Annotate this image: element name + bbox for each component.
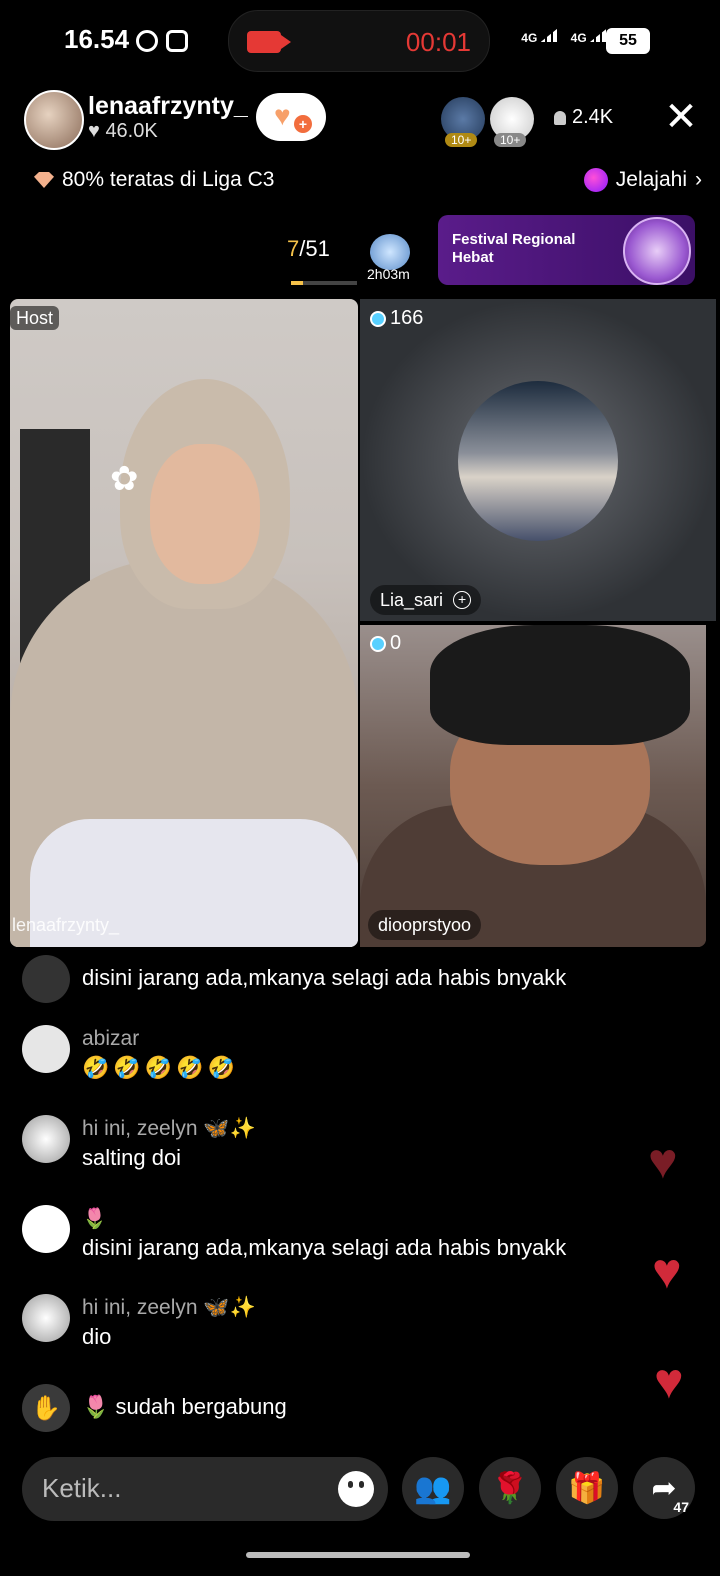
floating-heart-icon: ♥ — [652, 1243, 682, 1299]
recording-time: 00:01 — [405, 27, 471, 57]
battery-level: 55 — [606, 28, 650, 54]
emoji-icon[interactable] — [338, 1471, 374, 1507]
event-timer-avatar[interactable] — [370, 234, 410, 270]
avatar — [22, 1115, 70, 1163]
rose-icon: 🌹 — [491, 1471, 529, 1505]
host-username[interactable]: lenaafrzynty_ — [88, 92, 248, 121]
league-rank[interactable]: 80% teratas di Liga C3 — [34, 168, 274, 192]
person-icon — [554, 110, 566, 125]
follow-button[interactable]: ♥ + — [256, 93, 326, 141]
host-likes: ♥ 46.0K — [88, 120, 158, 142]
comment-text: 🤣🤣🤣🤣🤣 — [82, 1055, 239, 1080]
guest-video-tile-2[interactable] — [360, 625, 706, 947]
guest-video-tile-1[interactable] — [360, 299, 716, 621]
wave-hand-icon: ✋ — [22, 1384, 70, 1432]
network-2: 4G — [571, 26, 610, 45]
share-count: 47 — [673, 1499, 689, 1515]
chevron-right-icon: › — [695, 168, 702, 191]
event-timer: 2h03m — [367, 266, 410, 282]
explore-icon — [583, 168, 608, 192]
avatar — [22, 1205, 70, 1253]
gift-icon: 🎁 — [568, 1471, 606, 1505]
guest-gem-count-2: 0 — [370, 632, 401, 655]
status-notification-icons — [136, 30, 188, 52]
gem-icon — [370, 310, 386, 327]
guest-name-1[interactable]: Lia_sari + — [370, 585, 482, 615]
comment-text: disini jarang ada,mkanya selagi ada habi… — [82, 1235, 567, 1260]
guest-gem-count-1: 166 — [370, 307, 423, 330]
comment-item[interactable]: abizar 🤣🤣🤣🤣🤣 — [22, 1025, 239, 1083]
comment-user[interactable]: 🌷 — [82, 1205, 566, 1233]
top-viewer-avatar-2[interactable]: 10+ — [490, 97, 534, 147]
host-tag: Host — [10, 306, 60, 330]
floating-heart-icon: ♥ — [654, 1353, 684, 1409]
home-indicator[interactable] — [246, 1552, 470, 1558]
host-avatar[interactable] — [24, 90, 84, 150]
network-indicators: 4G 4G — [521, 26, 610, 45]
multi-guest-button[interactable]: 👥 — [402, 1457, 464, 1519]
flower-icon: ✿ — [110, 460, 139, 498]
host-video-name: lenaafrzynty_ — [12, 915, 120, 935]
comment-item[interactable]: 🌷 disini jarang ada,mkanya selagi ada ha… — [22, 1205, 566, 1263]
status-time: 16.54 — [64, 24, 130, 54]
comment-user[interactable]: hi ini, zeelyn 🦋✨ — [82, 1115, 256, 1143]
comment-text: dio — [82, 1324, 112, 1349]
plus-icon: + — [294, 115, 312, 133]
video-camera-icon — [247, 31, 291, 53]
comment-item[interactable]: hi ini, zeelyn 🦋✨ salting doi — [22, 1115, 256, 1173]
floating-heart-icon: ♥ — [648, 1133, 678, 1189]
viewer-count[interactable]: 2.4K — [554, 106, 613, 129]
host-video-tile[interactable]: ✿ — [10, 299, 358, 947]
comment-input[interactable]: Ketik... — [22, 1457, 388, 1521]
signal-icon — [540, 26, 561, 42]
gift-button[interactable]: 🎁 — [556, 1457, 618, 1519]
avatar — [22, 1025, 70, 1073]
rank-progress-bar — [291, 281, 357, 285]
gem-icon — [370, 635, 386, 652]
people-icon: 👥 — [414, 1471, 452, 1505]
diamond-icon — [34, 172, 54, 188]
comment-user[interactable]: abizar — [82, 1025, 239, 1053]
rank-progress[interactable]: 7/51 — [287, 236, 330, 262]
guest-name-2[interactable]: diooprstyoo — [368, 910, 482, 940]
heart-icon: ♥ — [88, 120, 100, 142]
comment-text: salting doi — [82, 1145, 182, 1170]
comment-user[interactable]: hi ini, zeelyn 🦋✨ — [82, 1294, 256, 1322]
instagram-icon — [166, 30, 188, 52]
comment-item[interactable]: hi ini, zeelyn 🦋✨ dio — [22, 1294, 256, 1352]
join-notice: ✋ 🌷 sudah bergabung — [22, 1384, 287, 1432]
viewer-badge: 10+ — [494, 133, 527, 147]
screen-recording-pill[interactable]: 00:01 — [228, 10, 490, 72]
festival-badge-icon — [623, 217, 691, 285]
festival-banner[interactable]: Festival Regional Hebat — [438, 215, 695, 285]
viewer-badge: 10+ — [445, 133, 478, 147]
share-button[interactable]: ➦ 47 — [633, 1457, 695, 1519]
rose-gift-button[interactable]: 🌹 — [479, 1457, 541, 1519]
network-1: 4G — [521, 26, 561, 45]
plus-icon[interactable]: + — [453, 591, 472, 609]
comment-item[interactable]: disini jarang ada,mkanya selagi ada habi… — [22, 955, 566, 1003]
heart-icon: ♥ — [274, 100, 291, 131]
avatar — [22, 955, 70, 1003]
avatar — [22, 1294, 70, 1342]
guest-avatar — [458, 381, 618, 541]
chat-icon — [136, 30, 158, 52]
top-viewer-avatar-1[interactable]: 10+ — [441, 97, 485, 147]
close-icon[interactable]: ✕ — [662, 97, 700, 137]
explore-link[interactable]: Jelajahi › — [583, 168, 702, 192]
